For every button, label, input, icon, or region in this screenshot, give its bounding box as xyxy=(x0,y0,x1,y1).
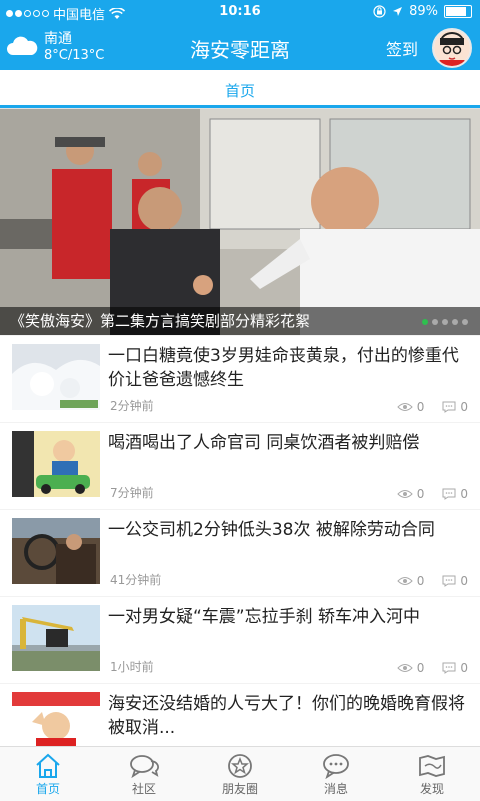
comment-count: 0 xyxy=(460,400,468,414)
nav-community-label: 社区 xyxy=(131,782,156,796)
discover-icon xyxy=(419,755,445,777)
moments-icon xyxy=(228,754,252,778)
news-headline: 喝酒喝出了人命官司 同桌饮酒者被判赔偿 xyxy=(108,433,420,453)
avatar-face-icon xyxy=(434,30,470,66)
tab-home[interactable]: 首页 xyxy=(0,80,480,101)
view-icon xyxy=(397,490,413,498)
community-icon xyxy=(130,755,159,779)
pager-dot[interactable] xyxy=(462,319,468,325)
news-thumbnail xyxy=(12,344,100,410)
news-item[interactable]: 一对男女疑“车震”忘拉手刹 轿车冲入河中 1小时前 0 0 xyxy=(0,597,480,683)
nav-moments-label: 朋友圈 xyxy=(221,782,258,796)
news-headline: 一对男女疑“车震”忘拉手刹 轿车冲入河中 xyxy=(108,607,421,627)
battery-percent: 89% xyxy=(409,4,438,19)
news-thumbnail xyxy=(12,431,100,497)
nav-community[interactable]: 社区 xyxy=(96,747,192,801)
nav-moments[interactable]: 朋友圈 xyxy=(192,747,288,801)
nav-discover-label: 发现 xyxy=(419,782,444,796)
comment-icon xyxy=(442,488,456,500)
news-stats: 0 0 xyxy=(397,574,468,588)
tab-bar: 首页 xyxy=(0,70,480,109)
pager-dot[interactable] xyxy=(452,319,458,325)
news-list: 一口白糖竟使3岁男娃命丧黄泉，付出的惨重代价让爸爸遗憾终生 2分钟前 0 0 喝… xyxy=(0,336,480,771)
news-thumbnail xyxy=(12,605,100,671)
nav-home[interactable]: 首页 xyxy=(0,747,96,801)
battery-fill xyxy=(446,7,466,16)
comment-icon xyxy=(442,662,456,674)
news-item[interactable]: 一口白糖竟使3岁男娃命丧黄泉，付出的惨重代价让爸爸遗憾终生 2分钟前 0 0 xyxy=(0,336,480,422)
news-headline: 一公交司机2分钟低头38次 被解除劳动合同 xyxy=(108,520,435,540)
nav-message[interactable]: 消息 xyxy=(288,747,384,801)
status-right: 89% xyxy=(373,4,472,19)
pager-dot[interactable] xyxy=(442,319,448,325)
view-icon xyxy=(397,577,413,585)
rotation-lock-icon xyxy=(373,5,386,18)
view-icon xyxy=(397,664,413,672)
banner-image xyxy=(0,109,480,335)
view-count: 0 xyxy=(416,400,425,414)
view-count: 0 xyxy=(416,661,425,675)
news-stats: 0 0 xyxy=(397,661,468,675)
comment-icon xyxy=(442,401,456,413)
comment-count: 0 xyxy=(460,487,468,501)
view-count: 0 xyxy=(416,574,425,588)
news-stats: 0 0 xyxy=(397,487,468,501)
news-headline: 海安还没结婚的人亏大了！你们的晚婚晚育假将被取消... xyxy=(108,694,465,738)
location-icon xyxy=(393,7,403,16)
comment-count: 0 xyxy=(460,661,468,675)
nav-home-label: 首页 xyxy=(35,782,60,796)
news-thumbnail xyxy=(12,518,100,584)
nav-message-label: 消息 xyxy=(323,782,348,796)
message-icon xyxy=(323,754,349,779)
banner-caption: 《笑傲海安》第二集方言搞笑剧部分精彩花絮 xyxy=(0,307,480,335)
pager-dot[interactable] xyxy=(422,319,428,325)
news-stats: 0 0 xyxy=(397,400,468,414)
news-time: 2分钟前 xyxy=(110,399,154,413)
comment-icon xyxy=(442,575,456,587)
banner-pager xyxy=(422,319,468,325)
news-time: 1小时前 xyxy=(110,660,154,674)
user-avatar[interactable] xyxy=(432,28,472,68)
status-bar: 中国电信 10:16 89% xyxy=(0,0,480,24)
bottom-nav: 首页 社区 朋友圈 消息 发现 xyxy=(0,746,480,801)
news-item[interactable]: 一公交司机2分钟低头38次 被解除劳动合同 41分钟前 0 0 xyxy=(0,510,480,596)
signin-button[interactable]: 签到 xyxy=(386,36,418,60)
news-headline: 一口白糖竟使3岁男娃命丧黄泉，付出的惨重代价让爸爸遗憾终生 xyxy=(108,346,459,390)
tab-underline xyxy=(0,105,480,108)
nav-discover[interactable]: 发现 xyxy=(384,747,480,801)
news-time: 7分钟前 xyxy=(110,486,154,500)
news-item[interactable]: 喝酒喝出了人命官司 同桌饮酒者被判赔偿 7分钟前 0 0 xyxy=(0,423,480,509)
view-icon xyxy=(397,403,413,411)
banner-carousel[interactable]: 《笑傲海安》第二集方言搞笑剧部分精彩花絮 xyxy=(0,109,480,335)
pager-dot[interactable] xyxy=(432,319,438,325)
comment-count: 0 xyxy=(460,574,468,588)
home-icon xyxy=(36,753,60,778)
battery-icon xyxy=(444,5,472,18)
view-count: 0 xyxy=(416,487,425,501)
news-time: 41分钟前 xyxy=(110,573,162,587)
app-header: 南通 8°C/13°C 海安零距离 签到 xyxy=(0,24,480,70)
